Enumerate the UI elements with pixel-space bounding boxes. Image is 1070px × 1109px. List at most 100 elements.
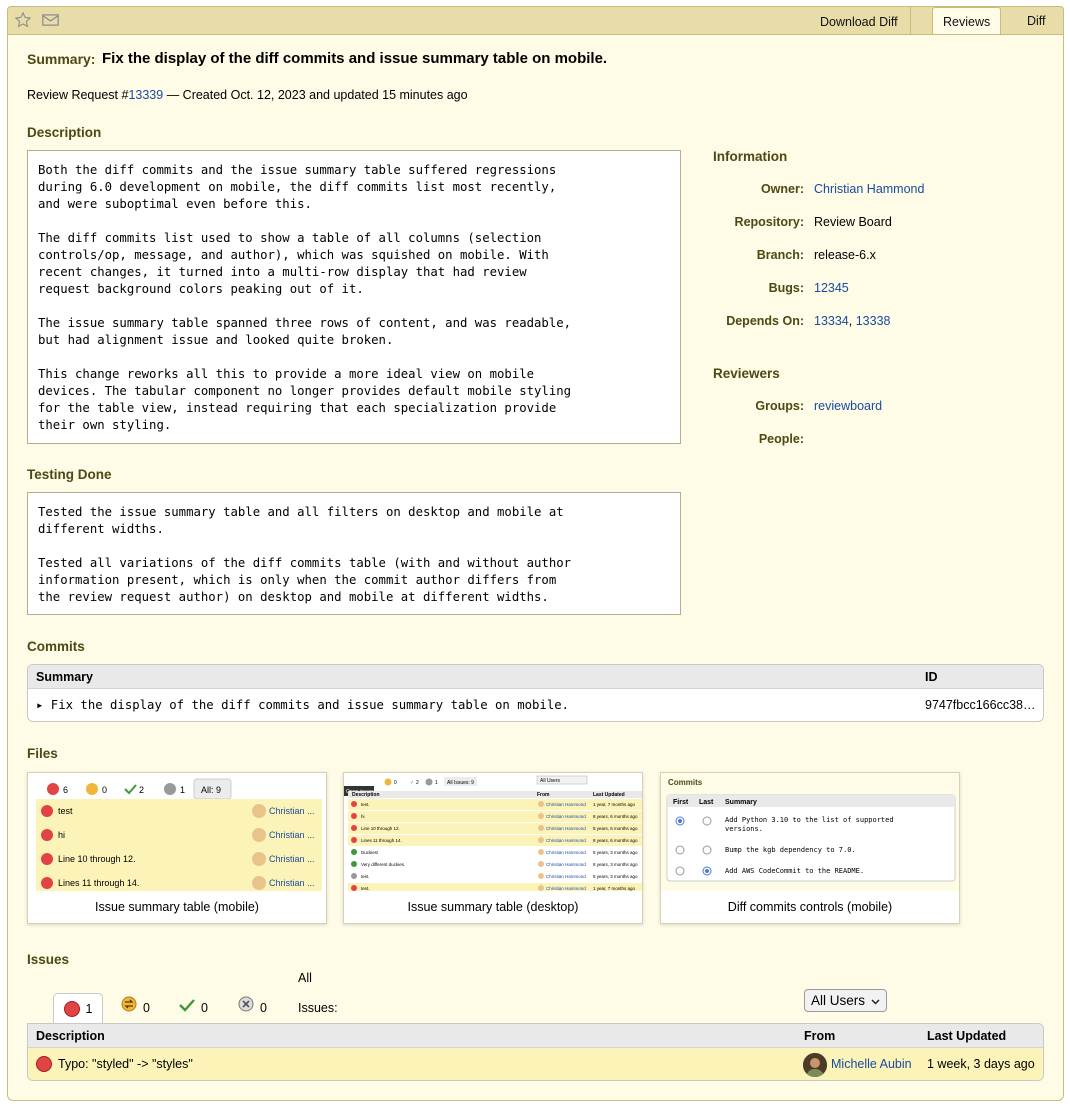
thumb-cell: hi bbox=[361, 814, 365, 819]
issues-table: Description From Last Updated Typo: "sty… bbox=[27, 1023, 1044, 1081]
description-text[interactable]: Both the diff commits and the issue summ… bbox=[27, 150, 681, 444]
svg-text:Last: Last bbox=[699, 799, 714, 806]
svg-text:First: First bbox=[673, 799, 689, 806]
svg-text:Add AWS CodeCommit to the READ: Add AWS CodeCommit to the README. bbox=[725, 867, 864, 875]
group-link[interactable]: reviewboard bbox=[814, 399, 882, 413]
tab-dropped-issues[interactable]: 0 bbox=[238, 993, 267, 1023]
thumb-cell: 8 years, 6 months ago bbox=[593, 814, 638, 819]
svg-text:Last Updated: Last Updated bbox=[593, 792, 625, 798]
thumb-cell: Lines 11 through 14. bbox=[361, 838, 402, 843]
svg-text:All Issues: 9: All Issues: 9 bbox=[447, 780, 474, 786]
svg-text:✓: ✓ bbox=[410, 780, 414, 786]
thumb-cell: 8 years, 3 months ago bbox=[593, 862, 638, 867]
mail-icon[interactable] bbox=[42, 13, 59, 30]
commits-table-header: Summary ID bbox=[28, 665, 1043, 689]
thumb-status-dot bbox=[351, 873, 357, 879]
thumb-cell: 8 years, 3 months ago bbox=[593, 874, 638, 879]
thumb-cell: Line 10 through 12. bbox=[361, 826, 400, 831]
issues-col-from[interactable]: From bbox=[804, 1029, 835, 1043]
issue-user-filter-value: All Users bbox=[811, 993, 866, 1008]
tab-all-issues[interactable]: All Issues: 1 bbox=[298, 971, 338, 1045]
svg-text:0: 0 bbox=[394, 780, 397, 786]
thumb-cell: Very different duckies. bbox=[361, 862, 405, 867]
owner-link[interactable]: Christian Hammond bbox=[814, 182, 924, 196]
review-request-box: Summary: Fix the display of the diff com… bbox=[7, 34, 1064, 1101]
thumb-cell: Christian Hammond bbox=[546, 850, 586, 855]
summary-text[interactable]: Fix the display of the diff commits and … bbox=[102, 50, 607, 67]
issues-title: Issues bbox=[27, 952, 70, 967]
depends-on-separator: , bbox=[848, 314, 856, 328]
svg-text:From: From bbox=[537, 792, 550, 798]
svg-text:versions.: versions. bbox=[725, 825, 763, 833]
thumb-rows: test. Christian Hammond 1 year, 7 months a… bbox=[348, 799, 642, 894]
depends-on-link[interactable]: 13334 bbox=[814, 314, 849, 328]
repository-label: Repository: bbox=[734, 215, 804, 229]
tab-open-issues[interactable]: 1 bbox=[53, 993, 103, 1024]
testing-done-text[interactable]: Tested the issue summary table and all f… bbox=[27, 492, 681, 615]
thumb-avatar bbox=[538, 861, 544, 867]
people-label: People: bbox=[758, 432, 804, 446]
request-meta-suffix: — Created Oct. 12, 2023 and updated 15 m… bbox=[163, 88, 468, 102]
depends-on-link[interactable]: 13338 bbox=[856, 314, 891, 328]
star-icon[interactable] bbox=[14, 11, 32, 32]
svg-text:Summary: Summary bbox=[725, 799, 757, 806]
bug-link[interactable]: 12345 bbox=[814, 281, 849, 295]
open-issue-count: 1 bbox=[85, 1002, 93, 1016]
thumb-status-dot bbox=[351, 849, 357, 855]
file-attachment-thumbnail[interactable]: 6 0 2 1 All: 9 test Christian ... hi Chr… bbox=[27, 772, 327, 924]
avatar bbox=[803, 1053, 827, 1077]
tab-fixed-issues[interactable]: 0 bbox=[179, 993, 208, 1023]
owner-label: Owner: bbox=[760, 182, 804, 196]
thumb-cell: 1 year, 7 months ago bbox=[593, 802, 636, 807]
svg-text:Commits: Commits bbox=[668, 778, 703, 787]
fixed-issue-count: 0 bbox=[201, 1001, 208, 1015]
thumb-avatar bbox=[538, 801, 544, 807]
dropped-issue-count: 0 bbox=[260, 1001, 267, 1015]
thumb-author: Christian ... bbox=[269, 830, 315, 840]
thumb-author: Christian ... bbox=[269, 878, 315, 888]
repository-value: Review Board bbox=[814, 215, 892, 229]
issues-col-description[interactable]: Description bbox=[36, 1029, 105, 1043]
file-caption: Diff commits controls (mobile) bbox=[661, 891, 959, 923]
thumb-cell: 8 years, 3 months ago bbox=[593, 850, 638, 855]
commits-col-id: ID bbox=[925, 670, 938, 684]
svg-text:Bump the kgb dependency to 7.0: Bump the kgb dependency to 7.0. bbox=[725, 846, 856, 854]
thumb-cell: 8 years, 6 months ago bbox=[593, 826, 638, 831]
issues-col-last-updated[interactable]: Last Updated bbox=[927, 1029, 1006, 1043]
commits-title: Commits bbox=[27, 639, 85, 654]
thumb-row: test bbox=[58, 806, 73, 816]
svg-text:All Users: All Users bbox=[540, 778, 561, 784]
thumb-count: 0 bbox=[102, 785, 107, 795]
verify-issue-icon bbox=[121, 993, 137, 1023]
thumb-count: 2 bbox=[139, 785, 144, 795]
branch-label: Branch: bbox=[756, 248, 804, 262]
file-attachment-thumbnail[interactable]: Commits First Last Summary Add Python 3.… bbox=[660, 772, 960, 924]
branch-value[interactable]: release-6.x bbox=[814, 248, 876, 262]
file-attachment-thumbnail[interactable]: 0 ✓2 1 All Issues: 9 All Users Open issu… bbox=[343, 772, 643, 924]
table-row[interactable]: Typo: "styled" -> "styles" Michelle Aubi… bbox=[28, 1048, 1043, 1080]
file-thumbnail-image: Commits First Last Summary Add Python 3.… bbox=[661, 773, 959, 893]
thumb-all: All: 9 bbox=[201, 785, 221, 795]
reviewers-title: Reviewers bbox=[713, 366, 780, 381]
download-diff-tab[interactable]: Download Diff bbox=[808, 7, 911, 35]
information-title: Information bbox=[713, 149, 788, 164]
request-number-link[interactable]: 13339 bbox=[128, 88, 163, 102]
open-issue-icon bbox=[63, 1001, 80, 1017]
commit-row-id: 9747fbcc166cc38… bbox=[925, 698, 1036, 712]
issue-author-link[interactable]: Michelle Aubin bbox=[831, 1057, 912, 1071]
summary-label: Summary: bbox=[27, 51, 96, 67]
groups-label: Groups: bbox=[755, 399, 804, 413]
file-caption: Issue summary table (mobile) bbox=[28, 891, 326, 923]
tab-diff[interactable]: Diff bbox=[1017, 7, 1056, 35]
description-title: Description bbox=[27, 125, 102, 140]
checkmark-icon bbox=[179, 993, 195, 1023]
file-caption: Issue summary table (desktop) bbox=[344, 891, 642, 923]
commit-row-summary[interactable]: ▸ Fix the display of the diff commits an… bbox=[36, 698, 569, 712]
thumb-author: Christian ... bbox=[269, 854, 315, 864]
tab-reviews[interactable]: Reviews bbox=[932, 7, 1002, 36]
open-issue-icon bbox=[36, 1056, 52, 1072]
issue-user-filter-select[interactable]: All Users bbox=[804, 989, 887, 1012]
tab-verifying-issues[interactable]: 0 bbox=[121, 993, 150, 1023]
thumb-avatar bbox=[538, 873, 544, 879]
thumb-cell: Christian Hammond bbox=[546, 802, 586, 807]
